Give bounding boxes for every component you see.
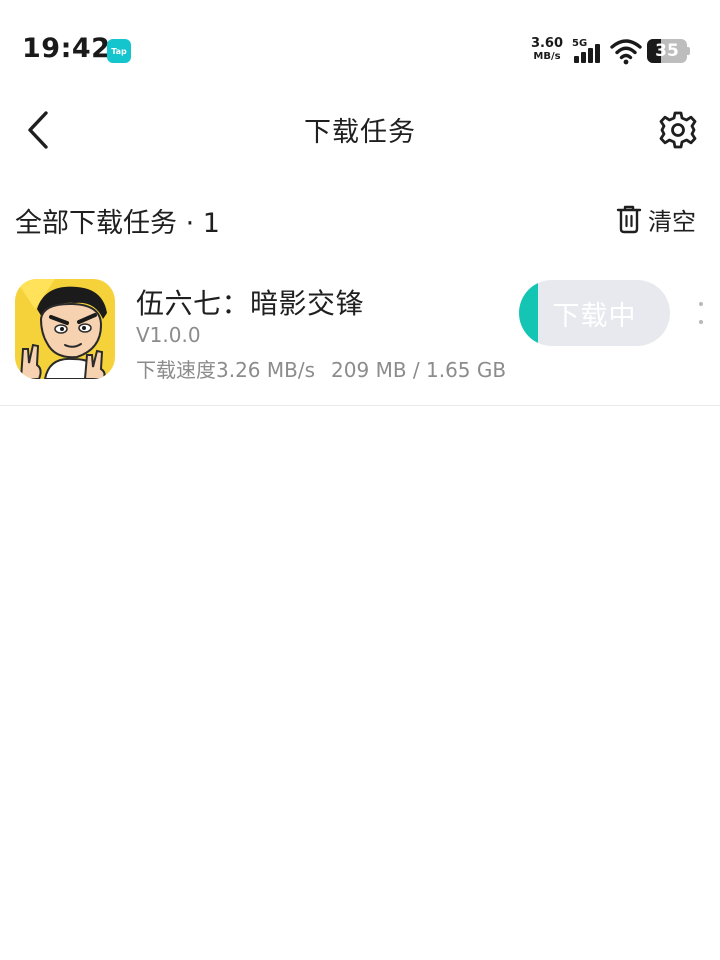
tap-icon: Tap: [107, 39, 131, 63]
network-type: 5G: [572, 38, 588, 49]
network-speed: 3.60 MB/s: [528, 37, 566, 63]
page-title: 下载任务: [304, 117, 416, 148]
wifi-icon: [610, 37, 642, 65]
trash-icon: [616, 205, 642, 234]
download-progress-text: 下载速度3.26 MB/s 209 MB / 1.65 GB: [136, 354, 506, 383]
network-speed-unit: MB/s: [533, 51, 561, 62]
section-title: 全部下载任务 · 1: [15, 208, 220, 239]
app-version: V1.0.0: [136, 323, 201, 347]
gear-icon: [659, 111, 697, 149]
network-speed-value: 3.60: [530, 36, 564, 51]
signal-icon: 5G: [572, 38, 604, 64]
download-speed: 下载速度3.26 MB/s: [136, 358, 316, 382]
download-size: 209 MB / 1.65 GB: [331, 358, 507, 382]
battery-level: 35: [655, 41, 679, 61]
clear-button-label: 清空: [648, 207, 696, 236]
more-vertical-icon[interactable]: [690, 298, 712, 328]
status-bar: 19:42 Tap 3.60 MB/s 5G 35: [0, 0, 720, 100]
status-time: 19:42: [22, 33, 111, 64]
clear-button[interactable]: 清空: [616, 202, 696, 236]
game-app-icon: [15, 279, 115, 379]
battery-icon: 35: [647, 39, 691, 63]
downloading-button[interactable]: 下载中: [519, 280, 670, 346]
app-name: 伍六七：暗影交锋: [136, 287, 365, 320]
downloading-button-label: 下载中: [552, 300, 637, 332]
download-task-row[interactable]: 伍六七：暗影交锋 V1.0.0 下载速度3.26 MB/s 209 MB / 1.…: [0, 262, 720, 406]
settings-button[interactable]: [656, 108, 700, 152]
